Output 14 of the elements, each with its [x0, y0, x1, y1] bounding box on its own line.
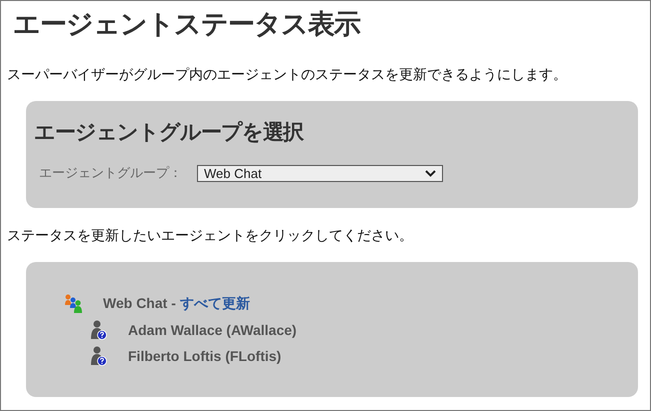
field-label: エージェントグループ： — [39, 164, 182, 182]
update-all-link[interactable]: すべて更新 — [180, 295, 250, 311]
instruction-text: ステータスを更新したいエージェントをクリックしてください。 — [7, 226, 414, 244]
people-icon — [64, 294, 84, 314]
user-question-icon — [90, 346, 107, 366]
group-name: Web Chat - — [103, 295, 177, 311]
user-question-icon — [90, 320, 107, 340]
page-title: エージェントステータス表示 — [13, 8, 362, 41]
section-heading: エージェントグループを選択 — [34, 120, 305, 146]
agent-name[interactable]: Adam Wallace (AWallace) — [128, 322, 297, 338]
page-description: スーパーバイザーがグループ内のエージェントのステータスを更新できるようにします。 — [7, 65, 568, 83]
chevron-down-icon — [425, 170, 436, 176]
group-dropdown[interactable]: Web Chat — [197, 164, 443, 182]
agent-name[interactable]: Filberto Loftis (FLoftis) — [128, 348, 282, 364]
